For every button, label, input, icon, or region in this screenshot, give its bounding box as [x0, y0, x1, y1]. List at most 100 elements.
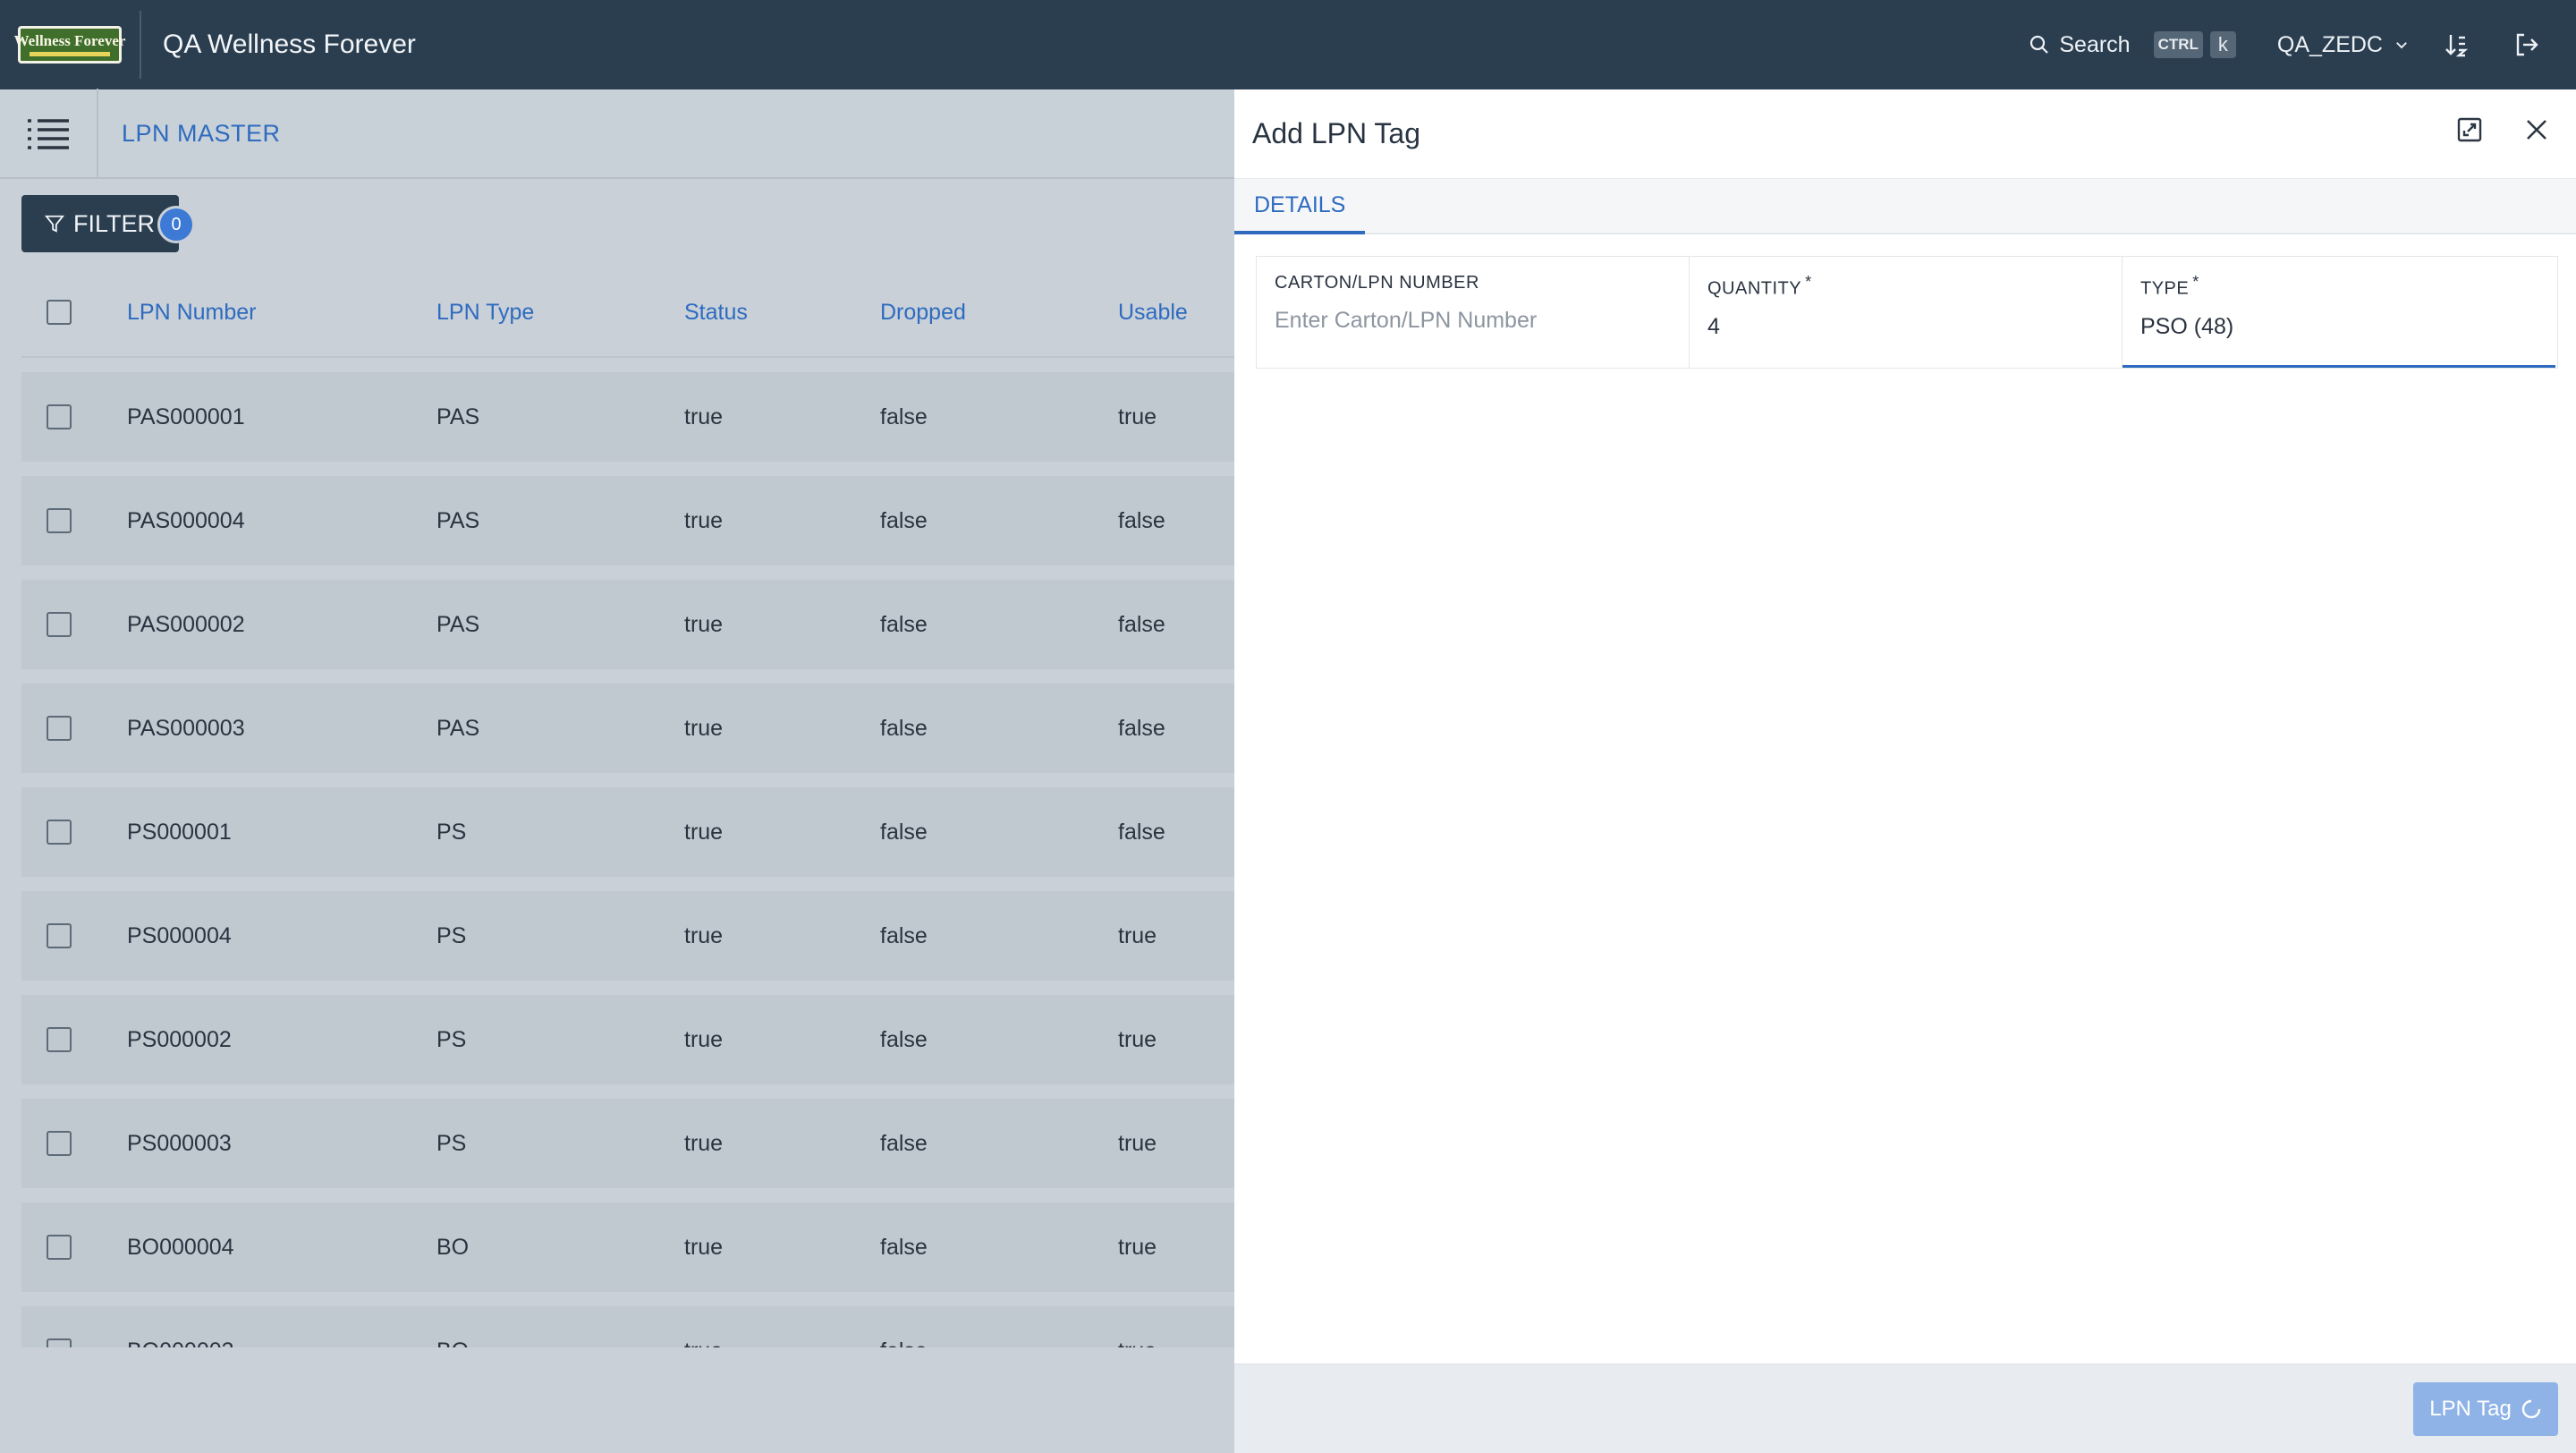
table-row[interactable]: PAS000001 PAS true false true: [21, 372, 1234, 462]
lpn-tag-submit-button[interactable]: LPN Tag: [2413, 1382, 2558, 1436]
cell-lpn-number: BO000003: [127, 1338, 436, 1348]
row-checkbox[interactable]: [47, 1027, 72, 1052]
table-row[interactable]: PS000003 PS true false true: [21, 1099, 1234, 1188]
header-actions: Search CTRL k QA_ZEDC: [2029, 0, 2576, 89]
chevron-down-icon: [2396, 42, 2407, 49]
cell-lpn-type: PS: [436, 1026, 467, 1052]
filter-button[interactable]: FILTER: [21, 195, 179, 252]
row-checkbox[interactable]: [47, 612, 72, 637]
row-checkbox[interactable]: [47, 820, 72, 845]
org-selector[interactable]: QA_ZEDC: [2277, 32, 2410, 58]
cell-lpn-number: PAS000001: [127, 404, 245, 429]
cell-lpn-number: PS000002: [127, 1026, 232, 1052]
drawer-tabs: DETAILS: [1234, 179, 2576, 234]
page-header: LPN MASTER: [0, 89, 1234, 179]
cell-lpn-type: BO: [436, 1338, 684, 1348]
menu-toggle-button[interactable]: [0, 89, 98, 178]
quantity-input[interactable]: [1707, 313, 2106, 340]
close-icon: [2527, 120, 2546, 140]
row-checkbox[interactable]: [47, 1338, 72, 1347]
type-field-label: TYPE: [2140, 278, 2190, 299]
cell-dropped: false: [880, 1338, 1118, 1348]
cell-dropped: false: [880, 611, 928, 637]
filter-count-badge: 0: [157, 206, 195, 243]
loading-spinner-icon: [2521, 1399, 2541, 1419]
table-header: LPN Number LPN Type Status Dropped Usabl…: [21, 268, 1234, 358]
row-checkbox[interactable]: [47, 508, 72, 533]
menu-list-icon: [28, 119, 69, 149]
table-row[interactable]: PAS000003 PAS true false false: [21, 684, 1234, 773]
sort-toggle-button[interactable]: [2444, 32, 2469, 57]
column-header-usable[interactable]: Usable: [1118, 300, 1225, 326]
expand-button[interactable]: [2456, 116, 2483, 143]
table-row[interactable]: PS000002 PS true false true: [21, 995, 1234, 1084]
row-checkbox[interactable]: [47, 1131, 72, 1156]
cell-usable: true: [1118, 404, 1157, 429]
cell-usable: true: [1118, 1026, 1157, 1052]
select-all-checkbox[interactable]: [47, 300, 72, 325]
cell-dropped: false: [880, 1234, 928, 1260]
add-lpn-tag-drawer: Add LPN Tag DETAILS CARTON/LPN NUMBER QU…: [1234, 89, 2576, 1453]
cell-usable: true: [1118, 1338, 1225, 1348]
sort-icon: [2445, 35, 2469, 57]
cell-dropped: false: [880, 819, 928, 845]
filter-label: FILTER: [73, 209, 156, 237]
carton-field-label: CARTON/LPN NUMBER: [1275, 273, 1479, 293]
org-selector-label: QA_ZEDC: [2276, 31, 2383, 57]
row-checkbox[interactable]: [47, 404, 72, 429]
table-body: PAS000001 PAS true false true PAS000004 PAS tru…: [21, 372, 1234, 1347]
row-checkbox[interactable]: [47, 1235, 72, 1260]
table-row[interactable]: PS000001 PS true false false: [21, 787, 1234, 877]
cell-status: true: [684, 1338, 880, 1348]
column-header-lpn-number[interactable]: LPN Number: [127, 300, 436, 326]
logout-button[interactable]: [2513, 31, 2540, 58]
expand-icon: [2457, 117, 2482, 142]
cell-status: true: [684, 1026, 724, 1052]
tab-details[interactable]: DETAILS: [1234, 179, 1366, 234]
column-header-lpn-type[interactable]: LPN Type: [436, 300, 684, 326]
cell-usable: false: [1118, 715, 1165, 741]
cell-lpn-type: PS: [436, 819, 467, 845]
cell-usable: false: [1118, 507, 1165, 533]
cell-status: true: [684, 715, 724, 741]
row-checkbox[interactable]: [47, 716, 72, 741]
carton-lpn-number-input[interactable]: [1275, 308, 1673, 334]
search-icon: [2030, 35, 2049, 54]
table-row[interactable]: PAS000002 PAS true false false: [21, 580, 1234, 669]
type-select[interactable]: [2140, 313, 2539, 340]
quantity-field: QUANTITY *: [1690, 257, 2123, 368]
shortcut-ctrl-key: CTRL: [2153, 31, 2203, 58]
row-checkbox[interactable]: [47, 923, 72, 948]
brand-logo[interactable]: Wellness Forever: [14, 26, 125, 64]
close-button[interactable]: [2524, 117, 2549, 142]
cell-dropped: false: [880, 507, 928, 533]
drawer-footer: LPN Tag: [1234, 1364, 2576, 1453]
cell-status: true: [684, 404, 724, 429]
cell-lpn-number: BO000004: [127, 1234, 234, 1260]
shortcut-k-key: k: [2209, 31, 2236, 58]
lpn-form: CARTON/LPN NUMBER QUANTITY* TYPE*: [1256, 256, 2558, 369]
quantity-field-label: QUANTITY: [1707, 278, 1802, 299]
lpn-table: LPN Number LPN Type Status Dropped Usabl…: [21, 268, 1234, 1347]
required-marker: *: [1805, 273, 1812, 291]
cell-lpn-type: BO: [436, 1234, 470, 1260]
cell-lpn-type: PAS: [436, 507, 480, 533]
table-row[interactable]: PAS000004 PAS true false false: [21, 476, 1234, 565]
cell-usable: true: [1118, 1130, 1157, 1156]
type-field: TYPE *: [2123, 257, 2555, 368]
cell-lpn-number: PAS000003: [127, 715, 245, 741]
cell-status: true: [684, 922, 724, 948]
logout-icon: [2516, 33, 2538, 56]
page-title: LPN MASTER: [122, 119, 281, 147]
filter-icon: [45, 215, 64, 233]
table-row[interactable]: BO000003BOtruefalsetrue: [21, 1306, 1234, 1347]
column-header-status[interactable]: Status: [684, 300, 880, 326]
cell-lpn-number: PAS000002: [127, 611, 245, 637]
column-header-dropped[interactable]: Dropped: [880, 300, 1118, 326]
global-search-button[interactable]: Search CTRL k: [2029, 31, 2236, 58]
search-label: Search: [2059, 31, 2131, 57]
table-row[interactable]: BO000004 BO true false true: [21, 1202, 1234, 1292]
cell-lpn-type: PAS: [436, 715, 480, 741]
table-row[interactable]: PS000004 PS true false true: [21, 891, 1234, 981]
app-title: QA Wellness Forever: [163, 30, 416, 59]
